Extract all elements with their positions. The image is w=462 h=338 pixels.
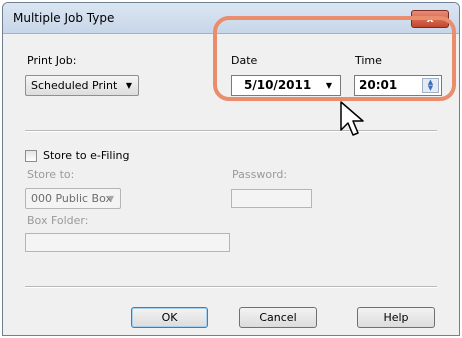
print-job-dropdown[interactable]: Scheduled Print ▼ xyxy=(25,75,139,96)
cancel-button[interactable]: Cancel xyxy=(239,307,317,328)
password-input[interactable] xyxy=(231,189,312,208)
password-label: Password: xyxy=(232,168,288,181)
window-title: Multiple Job Type xyxy=(13,11,115,25)
box-folder-input[interactable] xyxy=(25,233,230,252)
chevron-down-icon: ▼ xyxy=(107,194,114,203)
store-to-label: Store to: xyxy=(27,168,75,181)
store-to-dropdown[interactable]: 000 Public Box ▼ xyxy=(25,188,121,209)
print-job-value: Scheduled Print xyxy=(31,79,118,92)
divider xyxy=(25,286,437,288)
box-folder-label: Box Folder: xyxy=(27,214,89,227)
print-job-label: Print Job: xyxy=(27,54,77,67)
mouse-cursor-icon xyxy=(340,101,364,136)
ok-button[interactable]: OK xyxy=(131,307,208,328)
highlight-outline xyxy=(213,16,456,101)
divider xyxy=(25,130,437,132)
store-to-efiling-checkbox[interactable] xyxy=(25,150,37,162)
help-button[interactable]: Help xyxy=(357,307,435,328)
store-to-value: 000 Public Box xyxy=(31,192,112,205)
store-to-efiling-label: Store to e-Filing xyxy=(43,149,130,162)
chevron-down-icon: ▼ xyxy=(125,81,132,90)
